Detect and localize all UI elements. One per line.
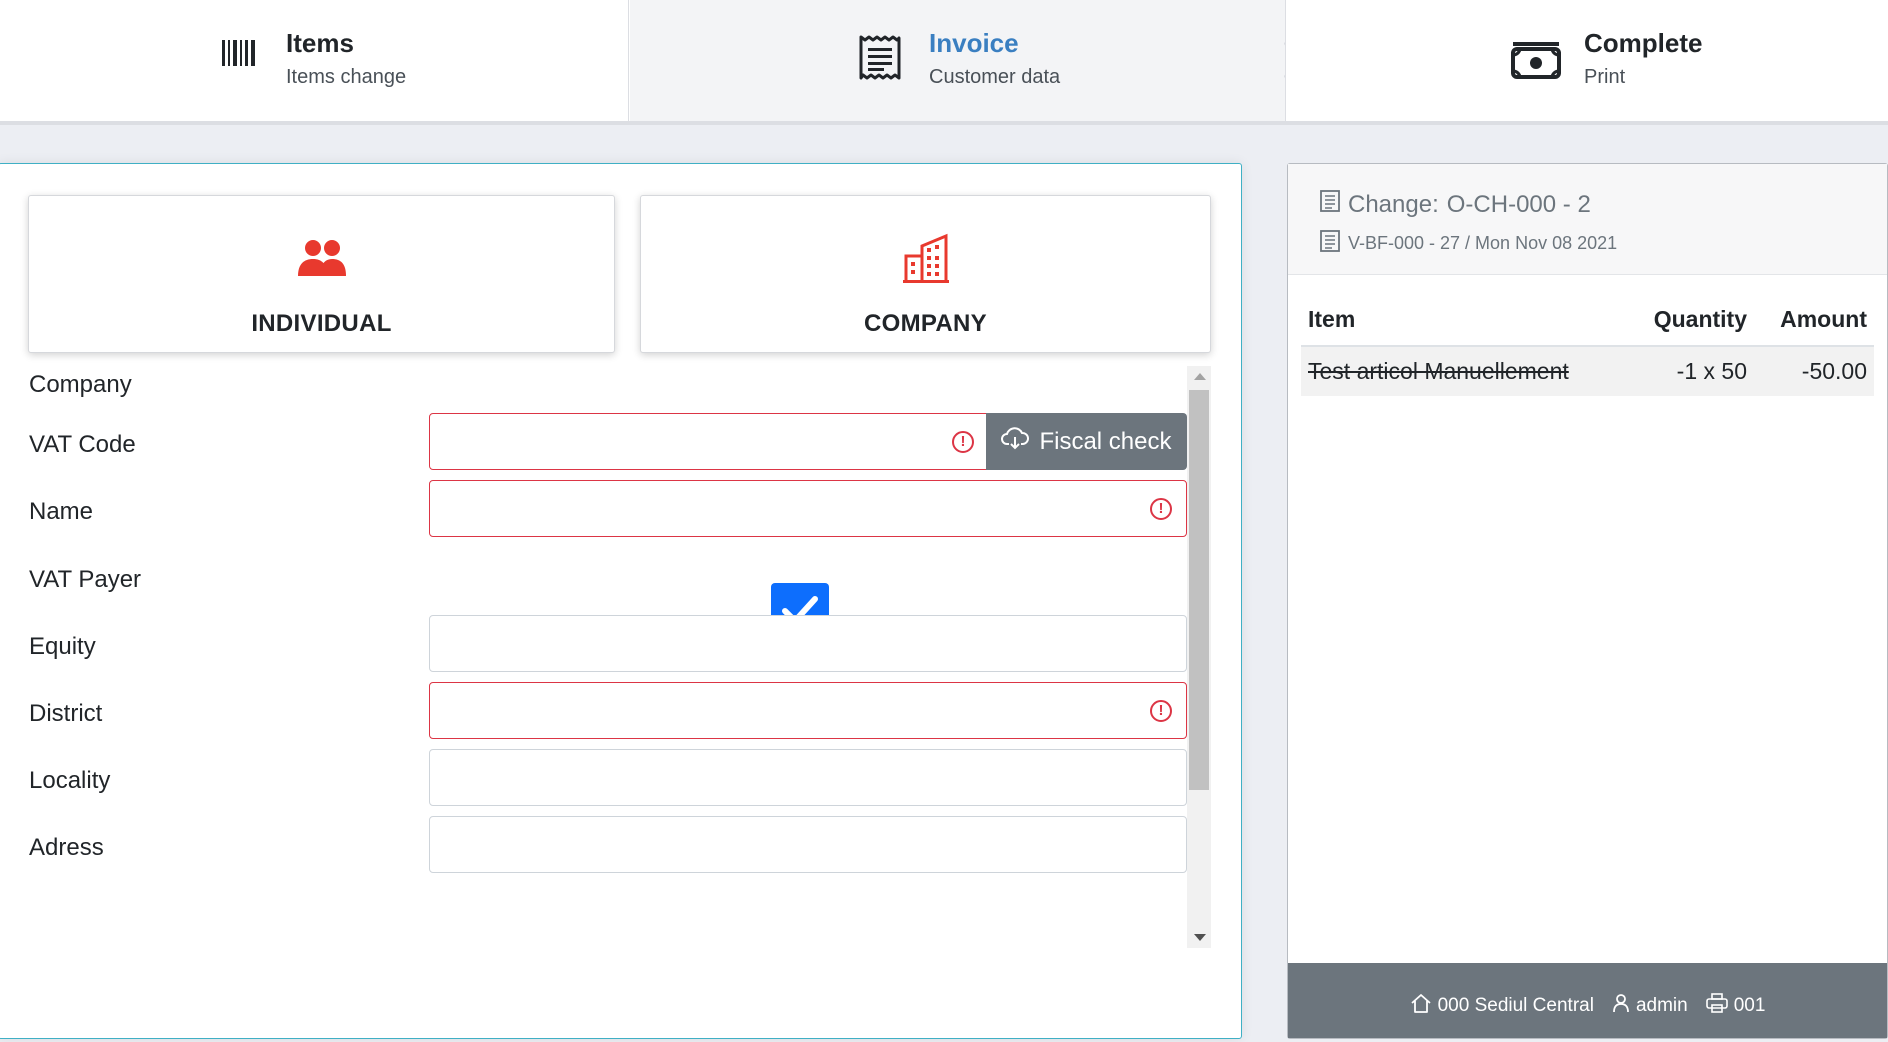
step-items[interactable]: Items Items change [0,0,629,121]
printer-id: 001 [1733,994,1766,1016]
step-complete[interactable]: Complete Print [1285,0,1888,121]
printer-icon [1705,992,1728,1019]
vat-code-label: VAT Code [29,431,136,458]
receipt-panel: Change: O-CH-000 - 2 V-BF-000 - 27 / Mon… [1287,163,1888,1039]
footer-user: admin [1612,993,1688,1019]
user-name: admin [1635,994,1688,1016]
users-icon [296,238,348,283]
column-amount: Amount [1754,294,1874,347]
receipt-footer: 000 Sediul Central admin 001 [1288,963,1887,1038]
step-invoice-title: Invoice [929,28,1019,58]
change-number: O-CH-000 - 2 [1446,190,1591,218]
receipt-items-table: Item Quantity Amount Test articol Manuel… [1301,294,1874,396]
step-items-subtitle: Items change [286,66,407,88]
individual-label: INDIVIDUAL [251,310,392,337]
document-ref-line: V-BF-000 - 27 / Mon Nov 08 2021 [1320,230,1617,257]
document-icon [1320,190,1340,219]
warning-icon: ! [1150,498,1172,520]
receipt-header: Change: O-CH-000 - 2 V-BF-000 - 27 / Mon… [1288,164,1887,275]
company-label: COMPANY [864,310,987,337]
individual-card[interactable]: INDIVIDUAL [28,195,615,353]
change-label: Change: [1348,190,1439,218]
warning-icon: ! [952,431,974,453]
company-card[interactable]: COMPANY [640,195,1211,353]
section-label: Company [29,371,132,398]
district-label: District [29,700,103,727]
step-complete-subtitle: Print [1584,66,1626,88]
scroll-down-arrow[interactable] [1194,934,1206,941]
receipt-icon [858,34,902,87]
company-form-fields: Company VAT Code ! Fiscal check Name ! V… [0,363,1212,945]
locality-input[interactable] [429,749,1187,806]
scroll-thumb[interactable] [1189,390,1209,790]
barcode-icon [222,38,256,73]
vat-payer-label: VAT Payer [29,566,142,593]
document-ref: V-BF-000 - 27 / Mon Nov 08 2021 [1348,233,1618,253]
warning-icon: ! [1150,700,1172,722]
building-icon [902,232,950,289]
table-row[interactable]: Test articol Manuellement -1 x 50 -50.00 [1301,346,1874,396]
name-input[interactable]: ! [429,480,1187,537]
equity-label: Equity [29,633,96,660]
step-items-title: Items [286,28,354,58]
vat-code-input[interactable]: ! [429,413,989,470]
scroll-up-arrow[interactable] [1194,373,1206,380]
home-icon [1410,993,1432,1019]
cash-icon [1511,38,1561,85]
footer-location: 000 Sediul Central [1410,993,1594,1019]
column-item: Item [1301,294,1604,347]
user-icon [1612,993,1630,1019]
district-input[interactable]: ! [429,682,1187,739]
fiscal-check-button[interactable]: Fiscal check [986,413,1187,470]
locality-label: Locality [29,767,111,794]
name-label: Name [29,498,94,525]
row-item: Test articol Manuellement [1301,346,1604,396]
step-invoice[interactable]: Invoice Customer data [630,0,1285,121]
equity-input[interactable] [429,615,1187,672]
address-label: Adress [29,834,104,861]
fiscal-check-label: Fiscal check [1039,427,1172,455]
form-scrollbar[interactable] [1187,366,1211,948]
column-quantity: Quantity [1604,294,1754,347]
location-name: 000 Sediul Central [1437,994,1594,1016]
step-complete-title: Complete [1584,28,1703,58]
row-quantity: -1 x 50 [1604,346,1754,396]
row-amount: -50.00 [1754,346,1874,396]
footer-printer: 001 [1705,992,1766,1019]
step-invoice-subtitle: Customer data [929,66,1061,88]
change-line: Change: O-CH-000 - 2 [1320,190,1591,219]
document-icon [1320,230,1340,257]
checkout-stepper: Items Items change Invoice Customer data [0,0,1888,125]
address-input[interactable] [429,816,1187,873]
cloud-download-icon [1001,426,1030,457]
